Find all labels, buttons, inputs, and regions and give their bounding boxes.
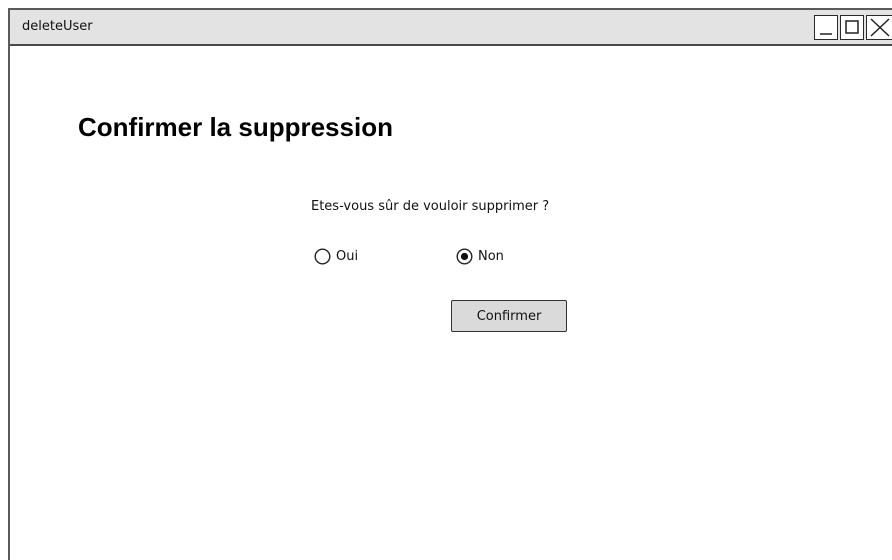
radio-non[interactable]: Non	[456, 248, 504, 265]
close-icon	[870, 18, 890, 37]
radio-unselected-icon	[314, 248, 331, 265]
radio-oui-label: Oui	[336, 249, 359, 264]
app-window: deleteUser	[8, 8, 892, 560]
close-button[interactable]	[866, 15, 892, 40]
window-title: deleteUser	[22, 19, 93, 34]
minimize-button[interactable]	[814, 15, 838, 40]
radio-non-label: Non	[478, 249, 504, 264]
title-bar: deleteUser	[10, 10, 892, 46]
minimize-icon	[820, 33, 832, 35]
radio-oui[interactable]: Oui	[314, 248, 358, 265]
radio-selected-icon	[456, 248, 473, 265]
confirm-button[interactable]: Confirmer	[451, 300, 567, 332]
maximize-button[interactable]	[840, 15, 864, 40]
maximize-icon	[845, 20, 859, 34]
confirmation-question: Etes-vous sûr de vouloir supprimer ?	[311, 199, 550, 214]
page-title: Confirmer la suppression	[78, 112, 393, 142]
